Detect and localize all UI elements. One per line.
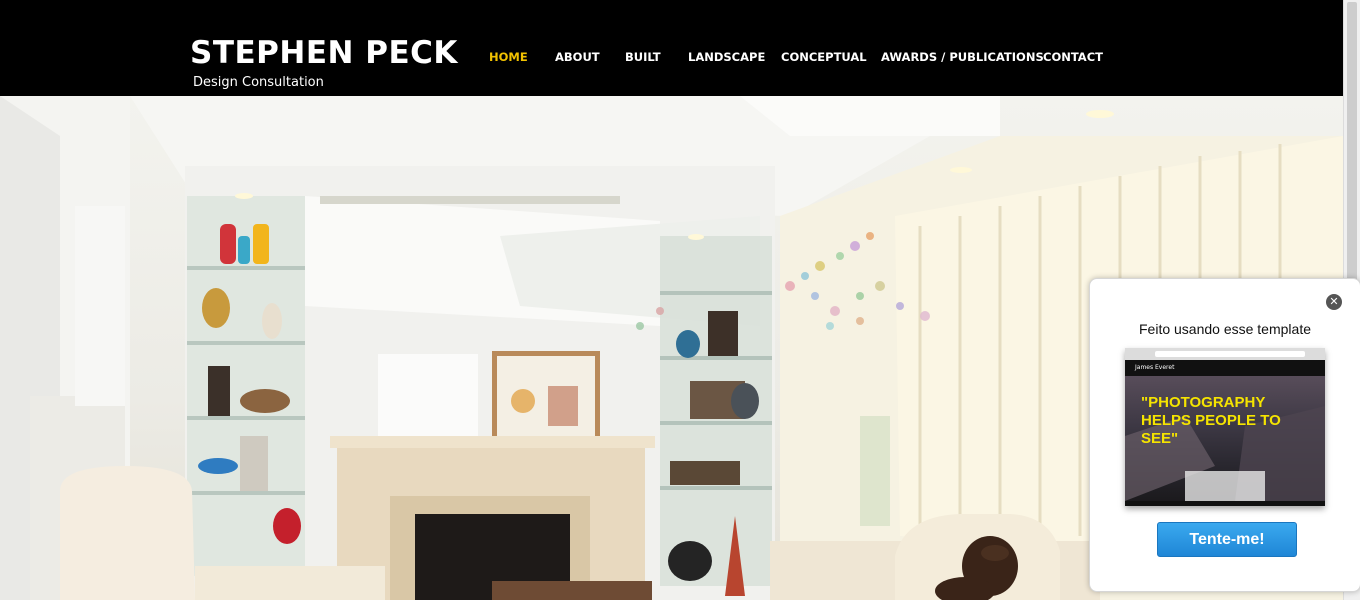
- thumbnail-browser-bar: [1125, 348, 1325, 360]
- nav-home[interactable]: HOME: [489, 50, 528, 64]
- thumbnail-quote: "PHOTOGRAPHY HELPS PEOPLE TO SEE": [1141, 394, 1281, 447]
- nav-about[interactable]: ABOUT: [555, 50, 600, 64]
- template-promo-popup: ✕ Feito usando esse template James Evere…: [1089, 278, 1360, 592]
- nav-contact[interactable]: CONTACT: [1043, 50, 1103, 64]
- close-icon[interactable]: ✕: [1326, 294, 1342, 310]
- try-template-button[interactable]: Tente-me!: [1157, 522, 1297, 557]
- thumbnail-site-name: James Everet: [1135, 364, 1175, 371]
- popup-title: Feito usando esse template: [1139, 321, 1311, 337]
- nav-awards-publications[interactable]: AWARDS / PUBLICATIONS: [881, 50, 1044, 64]
- nav-landscape[interactable]: LANDSCAPE: [688, 50, 765, 64]
- template-preview-thumbnail[interactable]: James Everet "PHOTOGRAPHY HELPS PEOPLE T…: [1125, 348, 1325, 506]
- nav-built[interactable]: BUILT: [625, 50, 661, 64]
- site-header: STEPHEN PECK Design Consultation HOME AB…: [0, 0, 1343, 96]
- thumbnail-address-bar: [1155, 351, 1305, 357]
- site-title[interactable]: STEPHEN PECK: [190, 34, 458, 72]
- nav-conceptual[interactable]: CONCEPTUAL: [781, 50, 867, 64]
- site-tagline: Design Consultation: [193, 75, 324, 90]
